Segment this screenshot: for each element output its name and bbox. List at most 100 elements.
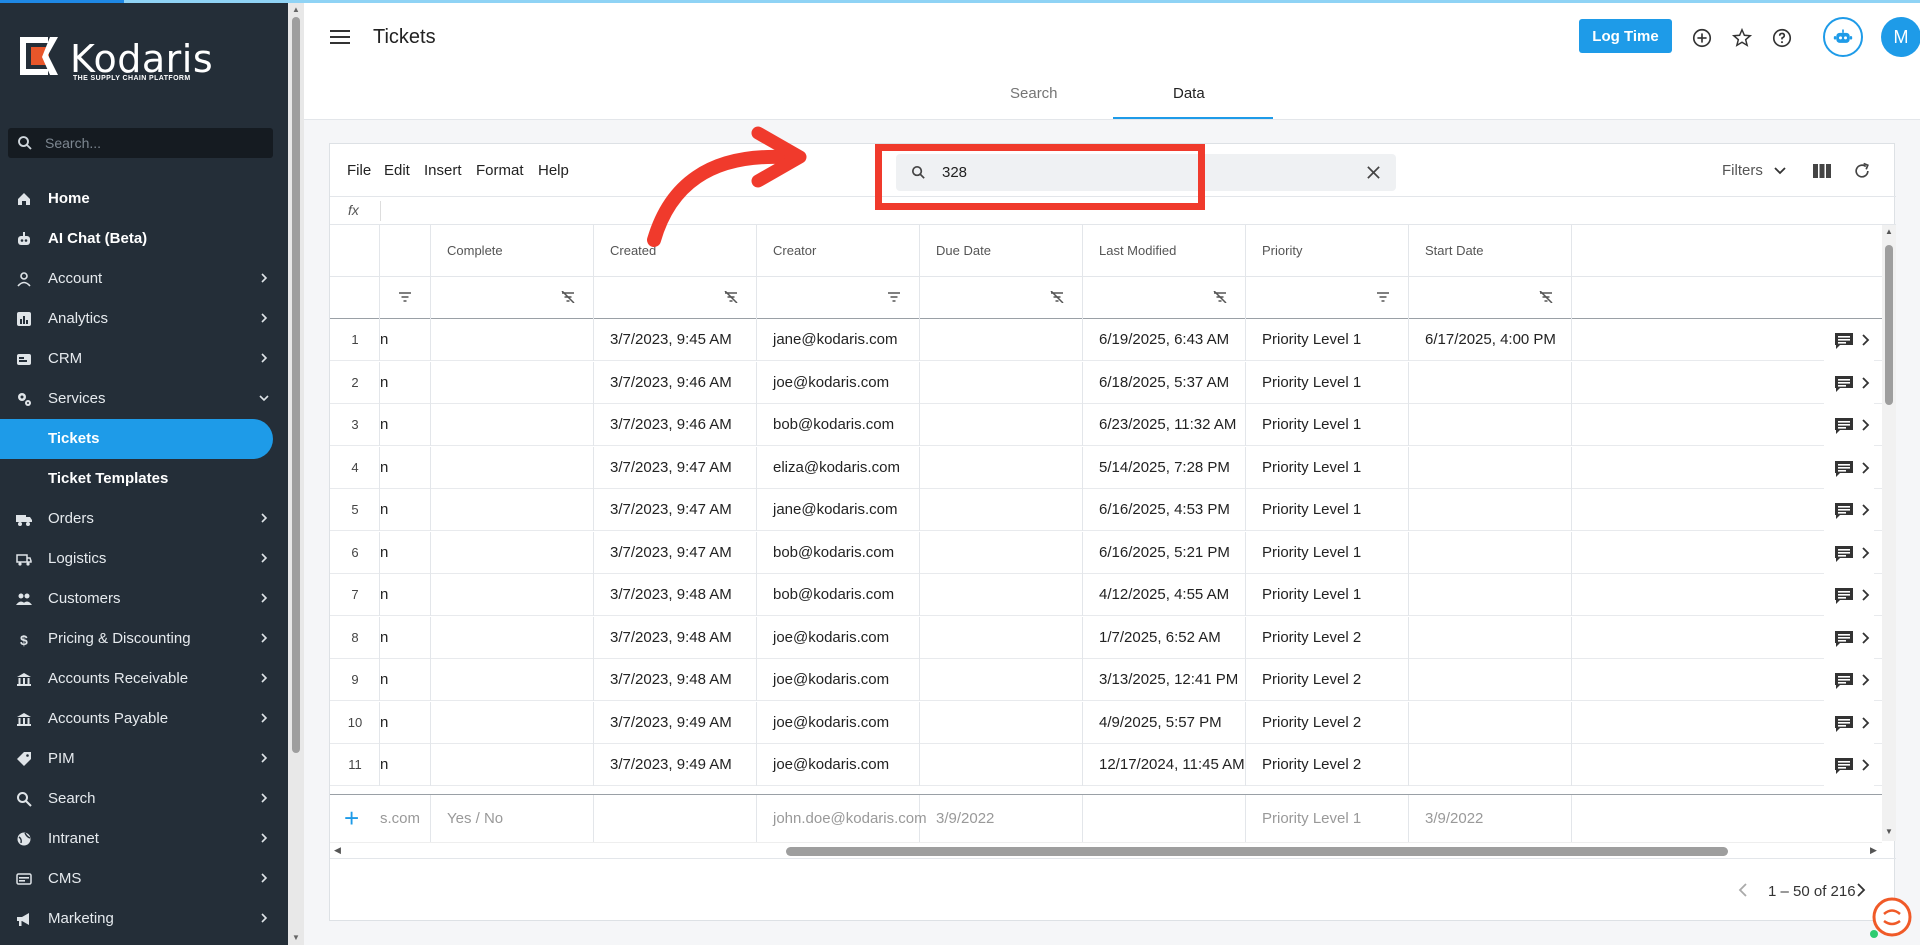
cell-due[interactable] [920,361,1083,404]
sidebar-item-customers[interactable]: Customers [0,579,288,619]
cell-creator[interactable]: joe@kodaris.com [757,659,920,701]
cell-due[interactable] [920,659,1083,701]
sidebar-item-logistics[interactable]: Logistics [0,539,288,579]
comment-icon[interactable] [1834,502,1854,520]
cell-start[interactable] [1409,744,1572,786]
cell-modified[interactable]: 4/12/2025, 4:55 AM [1083,574,1246,616]
cell-priority[interactable]: Priority Level 2 [1246,659,1409,701]
filter-off-icon[interactable] [1539,291,1553,303]
filter-icon[interactable] [887,291,901,303]
chevron-right-icon[interactable] [1862,759,1870,771]
new-row-cell-created[interactable] [594,795,757,843]
cell-c0[interactable]: n [380,701,431,744]
cell-complete[interactable] [431,361,594,404]
cell-start[interactable] [1409,659,1572,701]
comment-icon[interactable] [1834,587,1854,605]
table-row[interactable]: 3 n 3/7/2023, 9:46 AM bob@kodaris.com 6/23/2… [330,404,1896,446]
cell-priority[interactable]: Priority Level 2 [1246,744,1409,786]
sidebar-item-home[interactable]: Home [0,179,288,219]
sidebar-item-accounts-receivable[interactable]: Accounts Receivable [0,659,288,699]
new-row-cell-modified[interactable] [1083,795,1246,843]
formula-bar[interactable]: fx [330,197,1896,225]
tab-data[interactable]: Data [1173,85,1205,102]
refresh-icon[interactable] [1852,161,1872,181]
comment-icon[interactable] [1834,545,1854,563]
cell-c0[interactable]: n [380,404,431,446]
cell-due[interactable] [920,404,1083,446]
cell-c0[interactable]: n [380,574,431,616]
table-row[interactable]: 11 n 3/7/2023, 9:49 AM joe@kodaris.com 12/17… [330,744,1896,786]
cell-modified[interactable]: 1/7/2025, 6:52 AM [1083,616,1246,659]
cell-start[interactable] [1409,361,1572,404]
menu-edit[interactable]: Edit [384,162,410,179]
cell-creator[interactable]: joe@kodaris.com [757,361,920,404]
cell-c0[interactable]: n [380,446,431,489]
cell-priority[interactable]: Priority Level 2 [1246,701,1409,744]
add-row-icon[interactable]: + [344,805,359,831]
cell-created[interactable]: 3/7/2023, 9:48 AM [594,574,757,616]
filter-off-icon[interactable] [724,291,738,303]
add-circle-icon[interactable] [1691,27,1713,49]
cell-complete[interactable] [431,446,594,489]
cell-due[interactable] [920,616,1083,659]
cell-start[interactable] [1409,616,1572,659]
new-row-cell-c0[interactable]: s.com [380,795,431,843]
filter-cell-start[interactable] [1409,277,1572,319]
tab-search[interactable]: Search [1010,85,1058,102]
sidebar-item-analytics[interactable]: Analytics [0,299,288,339]
sidebar-search-input[interactable]: Search... [8,128,273,158]
cell-created[interactable]: 3/7/2023, 9:46 AM [594,404,757,446]
cell-complete[interactable] [431,744,594,786]
filter-cell-creator[interactable] [757,277,920,319]
cell-modified[interactable]: 6/18/2025, 5:37 AM [1083,361,1246,404]
menu-format[interactable]: Format [476,162,524,179]
cell-modified[interactable]: 6/23/2025, 11:32 AM [1083,404,1246,446]
chat-support-icon[interactable] [1867,895,1913,941]
filter-cell-modified[interactable] [1083,277,1246,319]
ai-assistant-button[interactable] [1823,17,1863,57]
cell-created[interactable]: 3/7/2023, 9:47 AM [594,489,757,531]
cell-priority[interactable]: Priority Level 1 [1246,404,1409,446]
sidebar-item-marketing[interactable]: Marketing [0,899,288,939]
chevron-right-icon[interactable] [1862,334,1870,346]
cell-created[interactable]: 3/7/2023, 9:46 AM [594,361,757,404]
new-row[interactable]: + s.com Yes / No john.doe@kodaris.com 3/9/2… [330,794,1882,843]
cell-created[interactable]: 3/7/2023, 9:49 AM [594,744,757,786]
cell-due[interactable] [920,489,1083,531]
filter-cell-complete[interactable] [431,277,594,319]
clear-search-icon[interactable] [1366,165,1381,180]
cell-creator[interactable]: joe@kodaris.com [757,701,920,744]
next-page-icon[interactable] [1856,883,1866,897]
cell-creator[interactable]: bob@kodaris.com [757,404,920,446]
log-time-button[interactable]: Log Time [1579,19,1672,53]
table-row[interactable]: 7 n 3/7/2023, 9:48 AM bob@kodaris.com 4/12/2… [330,574,1896,616]
comment-icon[interactable] [1834,757,1854,775]
cell-complete[interactable] [431,701,594,744]
cell-complete[interactable] [431,404,594,446]
cell-start[interactable]: 6/17/2025, 4:00 PM [1409,319,1572,361]
table-row[interactable]: 10 n 3/7/2023, 9:49 AM joe@kodaris.com 4/9/2… [330,701,1896,744]
filters-dropdown[interactable]: Filters [1722,162,1763,179]
cell-created[interactable]: 3/7/2023, 9:45 AM [594,319,757,361]
cell-due[interactable] [920,531,1083,574]
menu-help[interactable]: Help [538,162,569,179]
sidebar-item-ticket-templates[interactable]: Ticket Templates [0,459,288,499]
chevron-right-icon[interactable] [1862,589,1870,601]
cell-priority[interactable]: Priority Level 1 [1246,531,1409,574]
filter-cell-created[interactable] [594,277,757,319]
new-row-cell-complete[interactable]: Yes / No [431,795,594,843]
cell-creator[interactable]: bob@kodaris.com [757,574,920,616]
new-row-cell-priority[interactable]: Priority Level 1 [1246,795,1409,843]
new-row-cell-creator[interactable]: john.doe@kodaris.com [757,795,927,843]
comment-icon[interactable] [1834,715,1854,733]
cell-modified[interactable]: 6/16/2025, 5:21 PM [1083,531,1246,574]
column-header-start[interactable]: Start Date [1409,225,1572,277]
filter-off-icon[interactable] [1213,291,1227,303]
previous-page-icon[interactable] [1738,883,1748,897]
cell-start[interactable] [1409,574,1572,616]
new-row-cell-due[interactable]: 3/9/2022 [920,795,1083,843]
cell-modified[interactable]: 6/16/2025, 4:53 PM [1083,489,1246,531]
sidebar-item-accounts-payable[interactable]: Accounts Payable [0,699,288,739]
cell-modified[interactable]: 6/19/2025, 6:43 AM [1083,319,1246,361]
cell-creator[interactable]: joe@kodaris.com [757,616,920,659]
